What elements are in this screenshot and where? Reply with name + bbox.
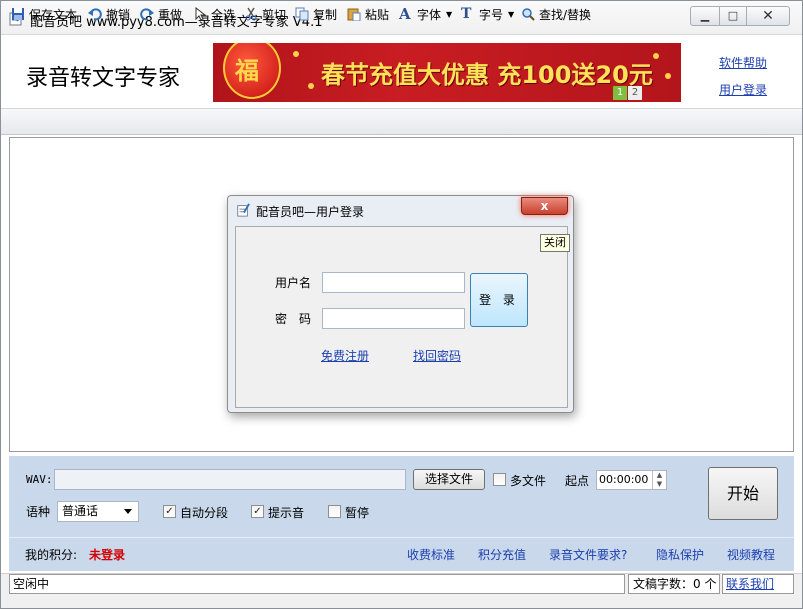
paste-icon (347, 8, 361, 21)
font-button[interactable]: A 字体 ▼ (399, 4, 452, 24)
find-replace-label: 查找/替换 (539, 7, 592, 22)
help-link[interactable]: 软件帮助 (719, 54, 767, 71)
save-text-button[interactable]: 保存文本 (11, 4, 77, 24)
panel-divider (9, 537, 794, 538)
chevron-down-icon (124, 509, 132, 514)
undo-icon (88, 8, 102, 21)
paste-button[interactable]: 粘贴 (347, 4, 389, 24)
cut-icon (245, 7, 257, 21)
wav-path-input[interactable] (54, 469, 406, 490)
dialog-notepad-icon (237, 203, 250, 217)
auto-segment-checkbox[interactable]: ✓ (163, 505, 176, 518)
cut-label: 剪切 (262, 7, 287, 22)
contact-panel: 联系我们 (722, 574, 794, 594)
maximize-icon: □ (727, 9, 739, 22)
minimize-button[interactable]: ▁ (690, 6, 720, 26)
undo-label: 撤销 (106, 7, 131, 22)
copy-label: 复制 (313, 7, 338, 22)
recharge-link[interactable]: 积分充值 (478, 546, 526, 563)
multi-file-checkbox[interactable] (493, 473, 506, 486)
multi-file-label: 多文件 (510, 474, 547, 488)
app-heading: 录音转文字专家 (26, 66, 181, 91)
redo-label: 重做 (158, 7, 183, 22)
language-label: 语种 (26, 505, 51, 519)
beep-checkbox[interactable]: ✓ (251, 505, 264, 518)
toolbar (1, 108, 802, 135)
banner-page-1[interactable]: 1 (613, 86, 627, 100)
pause-checkbox[interactable] (328, 505, 341, 518)
pricing-link[interactable]: 收费标准 (407, 546, 455, 563)
save-text-label: 保存文本 (29, 7, 78, 22)
dialog-title: 配音员吧—用户登录 (256, 205, 365, 219)
password-input[interactable] (322, 308, 465, 329)
status-text: 空闲中 (9, 574, 625, 594)
save-icon (12, 8, 24, 20)
minimize-icon: ▁ (700, 9, 710, 22)
font-icon: A (399, 5, 411, 23)
dialog-close-button[interactable]: x (521, 197, 568, 215)
start-button[interactable]: 开始 (708, 467, 778, 520)
undo-button[interactable]: 撤销 (88, 4, 130, 24)
font-size-button[interactable]: T 字号 ▼ (461, 4, 514, 24)
file-requirements-link[interactable]: 录音文件要求? (549, 546, 627, 563)
close-icon: x (540, 199, 549, 213)
banner-fu-text: 福 (235, 57, 259, 85)
spin-up-icon[interactable]: ▲ (652, 471, 666, 480)
start-point-label: 起点 (565, 474, 590, 488)
username-input[interactable] (322, 272, 465, 293)
login-button[interactable]: 登 录 (470, 273, 528, 327)
font-dropdown-icon: ▼ (446, 9, 453, 19)
firework-icon (308, 83, 314, 89)
font-size-label: 字号 (479, 7, 504, 22)
register-link[interactable]: 免费注册 (321, 347, 369, 364)
points-label: 我的积分: (25, 548, 78, 562)
font-size-icon: T (461, 6, 472, 22)
firework-icon (665, 73, 671, 79)
copy-icon (295, 7, 309, 21)
close-icon: ✕ (762, 8, 774, 24)
banner-text: 春节充值大优惠 充100送20元 (321, 61, 653, 89)
firework-icon (653, 53, 659, 59)
video-tutorial-link[interactable]: 视频教程 (727, 546, 775, 563)
find-replace-icon (522, 8, 535, 21)
cut-button[interactable]: 剪切 (244, 4, 286, 24)
select-all-icon (195, 7, 207, 21)
username-label: 用户名 (275, 276, 312, 290)
select-all-button[interactable]: 全选 (193, 4, 235, 24)
font-label: 字体 (417, 7, 442, 22)
select-all-label: 全选 (211, 7, 236, 22)
maximize-button[interactable]: □ (719, 6, 747, 26)
spin-down-icon[interactable]: ▼ (652, 480, 666, 489)
redo-button[interactable]: 重做 (140, 4, 182, 24)
auto-segment-label: 自动分段 (180, 506, 229, 520)
login-dialog: 配音员吧—用户登录 x 用户名 密 码 免费注册 找回密码 登 录 关闭 (227, 195, 574, 413)
choose-file-button[interactable]: 选择文件 (413, 469, 485, 490)
promo-banner[interactable]: 福 春节充值大优惠 充100送20元 1 2 (213, 43, 681, 102)
paste-label: 粘贴 (365, 7, 390, 22)
recover-password-link[interactable]: 找回密码 (413, 347, 461, 364)
password-label: 密 码 (275, 312, 312, 326)
login-link[interactable]: 用户登录 (719, 81, 767, 98)
char-count: 文稿字数：0 个 (628, 574, 720, 594)
points-value: 未登录 (89, 548, 126, 562)
firework-icon (293, 51, 299, 57)
beep-label: 提示音 (268, 506, 305, 520)
contact-link[interactable]: 联系我们 (726, 577, 774, 591)
close-tooltip: 关闭 (540, 234, 570, 252)
pause-label: 暂停 (345, 506, 370, 520)
banner-page-2[interactable]: 2 (628, 86, 642, 100)
wav-label: WAV: (26, 473, 53, 486)
find-replace-button[interactable]: 查找/替换 (521, 4, 591, 24)
privacy-link[interactable]: 隐私保护 (656, 546, 704, 563)
font-size-dropdown-icon: ▼ (508, 9, 515, 19)
copy-button[interactable]: 复制 (295, 4, 337, 24)
redo-icon (140, 8, 154, 21)
close-button[interactable]: ✕ (746, 6, 790, 26)
